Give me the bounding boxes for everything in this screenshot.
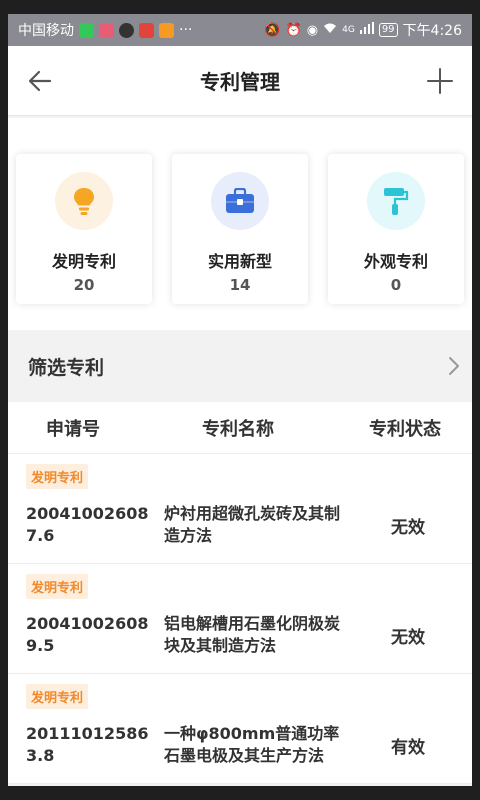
patent-status: 无效 <box>391 627 425 648</box>
more-notifications: ··· <box>179 22 193 38</box>
page-title: 专利管理 <box>200 70 280 94</box>
table-row[interactable]: 发明专利 201110125863.8 一种φ800mm普通功率石墨电极及其生产… <box>8 674 472 784</box>
patent-type-badge: 发明专利 <box>26 574 89 599</box>
stat-label: 发明专利 <box>51 252 116 271</box>
phone-screen: 中国移动 ··· 🔕 ⏰ ◉ 4G 99 下午4:26 专利管理 发明专利 20… <box>8 14 472 786</box>
wifi-icon <box>323 22 337 38</box>
signal-icon <box>359 22 374 38</box>
stat-card-design[interactable]: 外观专利 0 <box>328 154 464 304</box>
lightbulb-icon <box>74 188 94 215</box>
stat-count: 14 <box>229 276 251 294</box>
patent-name: 铝电解槽用石墨化阴极炭块及其制造方法 <box>164 614 341 655</box>
filter-patents-row[interactable]: 筛选专利 <box>8 330 472 402</box>
status-bar: 中国移动 ··· 🔕 ⏰ ◉ 4G 99 下午4:26 <box>8 14 472 46</box>
app-header: 专利管理 <box>8 46 472 116</box>
calendar-icon <box>99 22 114 38</box>
patent-status: 有效 <box>391 737 425 758</box>
arrow-left-icon <box>28 70 52 91</box>
stat-label: 外观专利 <box>363 252 428 271</box>
battery-indicator: 99 <box>378 23 398 37</box>
toolbox-icon <box>226 188 254 213</box>
patent-name: 炉衬用超微孔炭砖及其制造方法 <box>164 504 341 545</box>
chat-icon <box>119 22 134 38</box>
carrier-name: 中国移动 <box>18 23 74 39</box>
eye-icon: ◉ <box>306 22 319 38</box>
patent-type-badge: 发明专利 <box>26 684 89 709</box>
clock: 下午4:26 <box>402 23 462 39</box>
patent-status: 无效 <box>391 517 425 538</box>
filter-label: 筛选专利 <box>28 356 105 379</box>
mute-icon: 🔕 <box>264 22 281 38</box>
back-button[interactable] <box>22 63 58 99</box>
app-icon <box>139 22 154 38</box>
stat-card-utility-model[interactable]: 实用新型 14 <box>172 154 308 304</box>
alarm-icon: ⏰ <box>285 22 302 38</box>
add-patent-button[interactable] <box>422 63 458 99</box>
application-number: 201110125863.8 <box>26 724 149 765</box>
patent-name: 一种φ800mm普通功率石墨电极及其生产方法 <box>164 724 340 765</box>
application-number: 200410026087.6 <box>26 504 149 545</box>
network-type: 4G <box>342 25 355 35</box>
application-number: 200410026089.5 <box>26 614 149 655</box>
stat-count: 20 <box>73 276 95 294</box>
table-row[interactable]: 发明专利 200410026087.6 炉衬用超微孔炭砖及其制造方法 无效 <box>8 454 472 564</box>
app-icon <box>159 22 174 38</box>
column-header-patent-name: 专利名称 <box>202 418 274 440</box>
stat-count: 0 <box>390 276 402 294</box>
table-row[interactable]: 发明专利 200410026089.5 铝电解槽用石墨化阴极炭块及其制造方法 无… <box>8 564 472 674</box>
plus-icon <box>427 67 453 94</box>
app-notification-icon <box>79 22 94 38</box>
column-header-status: 专利状态 <box>369 418 441 440</box>
patent-type-badge: 发明专利 <box>26 464 89 489</box>
column-header-application-no: 申请号 <box>46 418 100 440</box>
stat-label: 实用新型 <box>207 252 272 271</box>
paint-roller-icon <box>384 188 409 215</box>
chevron-right-icon <box>449 357 459 375</box>
table-header: 申请号 专利名称 专利状态 <box>8 402 472 454</box>
patent-stats: 发明专利 20 实用新型 14 外观专利 0 <box>8 118 472 330</box>
stat-card-invention[interactable]: 发明专利 20 <box>16 154 152 304</box>
